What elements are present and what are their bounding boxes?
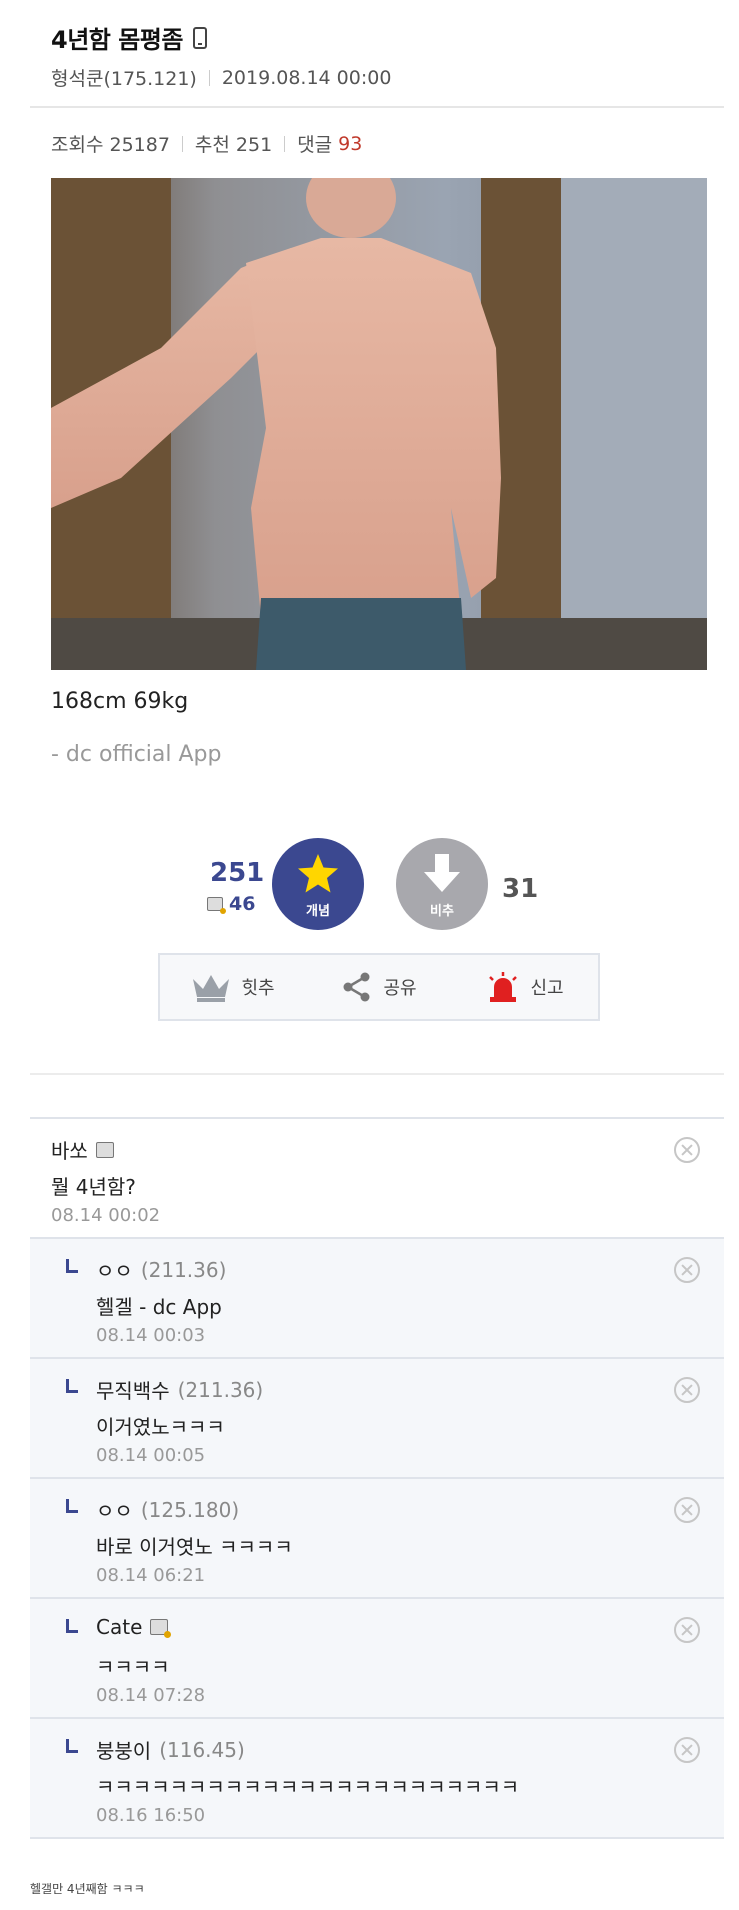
comment-text: 뭘 4년함? [51,1175,136,1199]
comment-author-name: ㅇㅇ [96,1259,133,1283]
vote-area: 251 46 개념 비추 31 [0,838,739,938]
upvote-count: 251 [210,858,265,888]
post-meta: 형석쿤(175.121) 2019.08.14 00:00 [51,64,391,91]
divider [208,69,210,86]
comment-item: 바쏘 뭘 4년함? 08.14 00:02 [30,1119,724,1239]
reply-item: ㅇㅇ (125.180) 바로 이거엿노 ㅋㅋㅋㅋ 08.14 06:21 [30,1479,724,1599]
post-body-text: 168cm 69kg [51,689,189,714]
share-icon [343,972,370,1002]
reply-arrow-icon [66,1739,78,1753]
reply-item: ㅇㅇ (211.36) 헬겔 - dc App 08.14 00:03 [30,1239,724,1359]
fixed-upvote-count: 46 [229,893,256,915]
post-header: 4년함 몸평좀 형석쿤(175.121) 2019.08.14 00:00 [30,0,724,108]
star-icon [298,854,338,893]
mobile-icon [192,26,207,49]
report-button[interactable]: 신고 [452,971,598,1003]
post-datetime: 2019.08.14 00:00 [221,66,392,89]
comment-author[interactable]: ㅇㅇ (125.180) [96,1495,239,1524]
siren-icon [489,972,518,1002]
share-label: 공유 [383,978,417,999]
comment-author-ip: (211.36) [140,1257,227,1282]
downvote-button[interactable]: 비추 [396,838,488,930]
comment-text: 이거였노ㅋㅋㅋ [96,1415,225,1439]
divider [284,135,286,152]
image-caption: 헬갤만 4년째함 ㅋㅋㅋ [30,1882,145,1896]
downvote-count: 31 [502,874,539,904]
fixed-upvote: 46 [207,893,255,915]
comment-author-ip: (211.36) [177,1377,264,1402]
post-title: 4년함 몸평좀 [51,26,183,54]
upvote-label: 개념 [306,904,330,919]
divider [181,135,183,152]
reply-item: 붕붕이 (116.45) ㅋㅋㅋㅋㅋㅋㅋㅋㅋㅋㅋㅋㅋㅋㅋㅋㅋㅋㅋㅋㅋㅋㅋ 08.… [30,1719,724,1839]
comment-text: ㅋㅋㅋㅋㅋㅋㅋㅋㅋㅋㅋㅋㅋㅋㅋㅋㅋㅋㅋㅋㅋㅋㅋ [96,1775,520,1799]
section-divider [30,1073,724,1075]
reply-arrow-icon [66,1619,78,1633]
app-signature: - dc official App [51,742,222,767]
comment-text: 헬겔 - dc App [96,1295,222,1319]
comment-count[interactable]: 93 [338,133,362,155]
comment-date: 08.14 07:28 [96,1685,206,1706]
comment-author[interactable]: ㅇㅇ (211.36) [96,1255,226,1284]
upvote-button[interactable]: 개념 [272,838,364,930]
delete-icon[interactable] [674,1617,700,1643]
gallog-icon [207,897,226,914]
downvote-label: 비추 [430,904,454,919]
comment-author[interactable]: 붕붕이 (116.45) [96,1735,245,1764]
crown-icon [193,975,230,1002]
comment-list: 바쏘 뭘 4년함? 08.14 00:02 ㅇㅇ (211.36) 헬겔 - d… [30,1117,724,1839]
reply-item: 무직백수 (211.36) 이거였노ㅋㅋㅋ 08.14 00:05 [30,1359,724,1479]
recommend-count: 추천 251 [194,134,273,156]
delete-icon[interactable] [674,1377,700,1403]
comment-author-name: 무직백수 [96,1379,170,1403]
hit-label: 힛추 [241,978,275,999]
report-label: 신고 [530,978,564,999]
comment-author-name: ㅇㅇ [96,1499,133,1523]
action-bar: 힛추 공유 신고 [158,953,600,1021]
comment-author[interactable]: Cate [96,1615,172,1639]
title-row: 4년함 몸평좀 [51,20,207,55]
comment-author-ip: (116.45) [159,1737,245,1762]
arrow-down-icon [424,854,460,892]
delete-icon[interactable] [674,1137,700,1163]
post-photo[interactable] [51,178,707,670]
reply-item: Cate ㅋㅋㅋㅋ 08.14 07:28 [30,1599,724,1719]
comment-date: 08.14 00:05 [96,1445,206,1466]
author-name[interactable]: 형석쿤(175.121) [51,64,197,91]
comment-author-name: Cate [96,1615,143,1639]
reply-arrow-icon [66,1379,78,1393]
comment-author[interactable]: 바쏘 [51,1135,114,1164]
post-stats: 조회수 25187 추천 251 댓글 93 [51,130,362,157]
comment-date: 08.14 00:03 [96,1325,206,1346]
comment-text: 바로 이거엿노 ㅋㅋㅋㅋ [96,1535,293,1559]
comment-date: 08.14 00:02 [51,1205,161,1226]
comment-author-name: 붕붕이 [96,1739,152,1763]
comment-author-ip: (125.180) [140,1497,240,1522]
delete-icon[interactable] [674,1257,700,1283]
delete-icon[interactable] [674,1497,700,1523]
reply-arrow-icon [66,1259,78,1273]
share-button[interactable]: 공유 [306,971,452,1003]
hit-recommend-button[interactable]: 힛추 [160,971,306,1003]
delete-icon[interactable] [674,1737,700,1763]
comment-date: 08.14 06:21 [96,1565,206,1586]
reply-arrow-icon [66,1499,78,1513]
comment-author-name: 바쏘 [51,1139,88,1163]
gallog-fixed-icon [150,1619,172,1638]
comment-date: 08.16 16:50 [96,1805,206,1826]
gallog-icon [95,1141,114,1158]
view-count: 조회수 25187 [51,134,170,156]
comment-text: ㅋㅋㅋㅋ [96,1655,170,1679]
comment-author[interactable]: 무직백수 (211.36) [96,1375,263,1404]
comment-label[interactable]: 댓글 [297,130,332,157]
